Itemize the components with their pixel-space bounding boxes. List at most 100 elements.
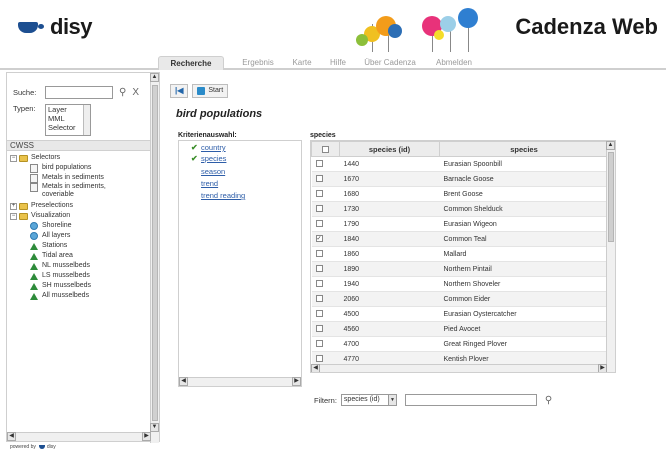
table-row[interactable]: 1790 Eurasian Wigeon — [311, 216, 609, 232]
types-scrollbar[interactable] — [83, 105, 90, 135]
search-icon[interactable]: ⚲ — [545, 395, 552, 406]
criterion-season[interactable]: season — [201, 167, 225, 176]
scroll-down-icon[interactable]: ▼ — [150, 423, 159, 432]
criterion-trend-reading[interactable]: trend reading — [201, 191, 245, 200]
column-header-species[interactable]: species — [439, 141, 609, 157]
table-vertical-scrollbar[interactable]: ▲ — [606, 141, 615, 372]
table-horizontal-scrollbar[interactable]: ◀ ▶ — [311, 364, 607, 372]
row-select-cell[interactable] — [311, 201, 340, 217]
row-checkbox[interactable] — [315, 355, 323, 363]
table-row[interactable]: 2060 Common Eider — [311, 291, 609, 307]
cell-species: Eurasian Oystercatcher — [439, 306, 609, 322]
row-checkbox[interactable] — [315, 280, 323, 288]
criteria-horizontal-scrollbar[interactable]: ◀ ▶ — [179, 377, 301, 386]
select-all-header[interactable] — [311, 141, 340, 157]
row-checkbox[interactable] — [315, 340, 323, 348]
tree-item-ls-musselbeds[interactable]: LS musselbeds — [10, 271, 150, 281]
tree-item-sh-musselbeds[interactable]: SH musselbeds — [10, 281, 150, 291]
tab-abmelden[interactable]: Abmelden — [428, 56, 480, 70]
tree-item-bird-populations[interactable]: bird populations — [10, 163, 150, 173]
table-row[interactable]: 1730 Common Shelduck — [311, 201, 609, 217]
row-select-cell[interactable] — [311, 336, 340, 352]
table-row[interactable]: 1890 Northern Pintail — [311, 261, 609, 277]
row-checkbox[interactable] — [315, 310, 323, 318]
row-select-cell[interactable] — [311, 246, 340, 262]
row-checkbox[interactable] — [315, 265, 323, 273]
criterion-trend[interactable]: trend — [201, 179, 218, 188]
scroll-thumb[interactable] — [152, 85, 158, 421]
table-row[interactable]: 1440 Eurasian Spoonbill — [311, 156, 609, 172]
tree-item-metals-coveriable[interactable]: Metals in sediments, coveriable — [10, 183, 150, 201]
tree-folder-selectors[interactable]: − Selectors — [10, 153, 150, 163]
tree-item-nl-musselbeds[interactable]: NL musselbeds — [10, 261, 150, 271]
collapse-icon[interactable]: − — [10, 154, 17, 162]
row-select-cell[interactable] — [311, 171, 340, 187]
row-checkbox[interactable]: ✓ — [315, 235, 323, 243]
tab-hilfe[interactable]: Hilfe — [322, 56, 354, 70]
row-checkbox[interactable] — [315, 220, 323, 228]
scroll-left-icon[interactable]: ◀ — [7, 432, 16, 441]
table-row[interactable]: 1680 Brent Goose — [311, 186, 609, 202]
table-row[interactable]: 4500 Eurasian Oystercatcher — [311, 306, 609, 322]
tree-item-all-layers[interactable]: All layers — [10, 231, 150, 241]
scroll-left-icon[interactable]: ◀ — [179, 377, 188, 386]
filter-input[interactable] — [404, 394, 537, 406]
row-select-cell[interactable] — [311, 156, 340, 172]
table-row[interactable]: 1670 Barnacle Goose — [311, 171, 609, 187]
tree-item-metals[interactable]: Metals in sediments — [10, 173, 150, 183]
row-checkbox[interactable] — [315, 160, 323, 168]
panel-horizontal-scrollbar[interactable]: ◀ ▶ — [7, 432, 151, 441]
chevron-down-icon[interactable]: ▼ — [387, 395, 396, 405]
scroll-up-icon[interactable]: ▲ — [150, 73, 159, 82]
scroll-right-icon[interactable]: ▶ — [292, 377, 301, 386]
search-input[interactable] — [45, 86, 113, 99]
tree-item-stations[interactable]: Stations — [10, 241, 150, 251]
collapse-icon[interactable]: − — [10, 212, 17, 220]
scroll-left-icon[interactable]: ◀ — [311, 364, 320, 372]
row-checkbox[interactable] — [315, 295, 323, 303]
tree-item-shoreline[interactable]: Shoreline — [10, 221, 150, 231]
scroll-right-icon[interactable]: ▶ — [598, 364, 607, 372]
criterion-country[interactable]: country — [201, 143, 226, 152]
row-select-cell[interactable] — [311, 306, 340, 322]
start-button[interactable]: Start — [192, 84, 229, 98]
scroll-right-icon[interactable]: ▶ — [142, 432, 151, 441]
criterion-species[interactable]: species — [201, 154, 226, 163]
search-icon[interactable]: ⚲ — [119, 87, 126, 98]
first-button[interactable]: |◀ — [170, 84, 189, 98]
tree-item-tidal-area[interactable]: Tidal area — [10, 251, 150, 261]
row-select-cell[interactable] — [311, 291, 340, 307]
row-select-cell[interactable] — [311, 276, 340, 292]
table-row[interactable]: ✓ 1840 Common Teal — [311, 231, 609, 247]
row-checkbox[interactable] — [315, 190, 323, 198]
tree-item-all-musselbeds[interactable]: All musselbeds — [10, 291, 150, 301]
types-listbox[interactable]: Layer MML Selector — [45, 104, 91, 136]
tab-ergebnis[interactable]: Ergebnis — [232, 56, 284, 70]
tree-folder-visualization[interactable]: − Visualization — [10, 211, 150, 221]
row-select-cell[interactable] — [311, 186, 340, 202]
tab-recherche[interactable]: Recherche — [158, 56, 224, 70]
filter-column-select[interactable]: species (id) ▼ — [340, 394, 397, 406]
expand-icon[interactable]: + — [10, 202, 17, 210]
table-row[interactable]: 4700 Great Ringed Plover — [311, 336, 609, 352]
table-row[interactable]: 1940 Northern Shoveler — [311, 276, 609, 292]
row-checkbox[interactable] — [315, 325, 323, 333]
tab-karte[interactable]: Karte — [286, 56, 318, 70]
select-all-checkbox[interactable] — [322, 146, 329, 154]
row-select-cell[interactable] — [311, 321, 340, 337]
row-select-cell[interactable] — [311, 261, 340, 277]
column-header-species-id[interactable]: species (id) — [339, 141, 440, 157]
scroll-up-icon[interactable]: ▲ — [606, 141, 615, 150]
tab-ueber-cadenza[interactable]: Über Cadenza — [358, 56, 422, 70]
row-checkbox[interactable] — [315, 175, 323, 183]
tree-folder-preselections[interactable]: + Preselections — [10, 201, 150, 211]
table-row[interactable]: 4560 Pied Avocet — [311, 321, 609, 337]
row-select-cell[interactable] — [311, 216, 340, 232]
panel-vertical-scrollbar[interactable]: ▲ ▼ — [150, 73, 159, 443]
table-row[interactable]: 1860 Mallard — [311, 246, 609, 262]
scroll-thumb[interactable] — [608, 152, 614, 242]
clear-icon[interactable]: X — [132, 87, 139, 98]
row-checkbox[interactable] — [315, 250, 323, 258]
row-checkbox[interactable] — [315, 205, 323, 213]
row-select-cell[interactable]: ✓ — [311, 231, 340, 247]
